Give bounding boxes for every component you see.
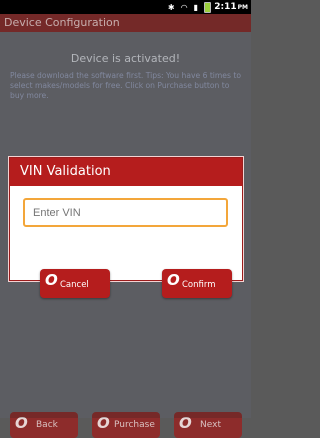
bluetooth-icon: ✱ (167, 3, 175, 12)
logo-icon: O (45, 271, 58, 289)
vin-validation-dialog: VIN Validation O Cancel O Confirm (9, 157, 243, 298)
dialog-title: VIN Validation (10, 158, 242, 186)
vin-input[interactable] (23, 198, 228, 227)
status-icons: ✱ ◠ ▮ (168, 2, 211, 13)
time-suffix: PM (237, 4, 248, 11)
status-bar: ✱ ◠ ▮ 2:11PM (0, 0, 251, 14)
confirm-button[interactable]: O Confirm (162, 269, 232, 298)
status-time: 2:11PM (214, 2, 248, 12)
cancel-label: Cancel (60, 280, 89, 290)
purchase-label: Purchase (114, 420, 155, 430)
next-label: Next (200, 420, 221, 430)
dialog-body: O Cancel O Confirm (10, 186, 242, 298)
time-text: 2:11 (214, 2, 237, 12)
battery-icon (204, 2, 211, 13)
back-label: Back (36, 420, 58, 430)
confirm-label: Confirm (182, 280, 216, 290)
wifi-icon: ◠ (180, 3, 188, 12)
signal-icon: ▮ (193, 3, 198, 12)
cancel-button[interactable]: O Cancel (40, 269, 110, 298)
logo-icon: O (167, 271, 180, 289)
